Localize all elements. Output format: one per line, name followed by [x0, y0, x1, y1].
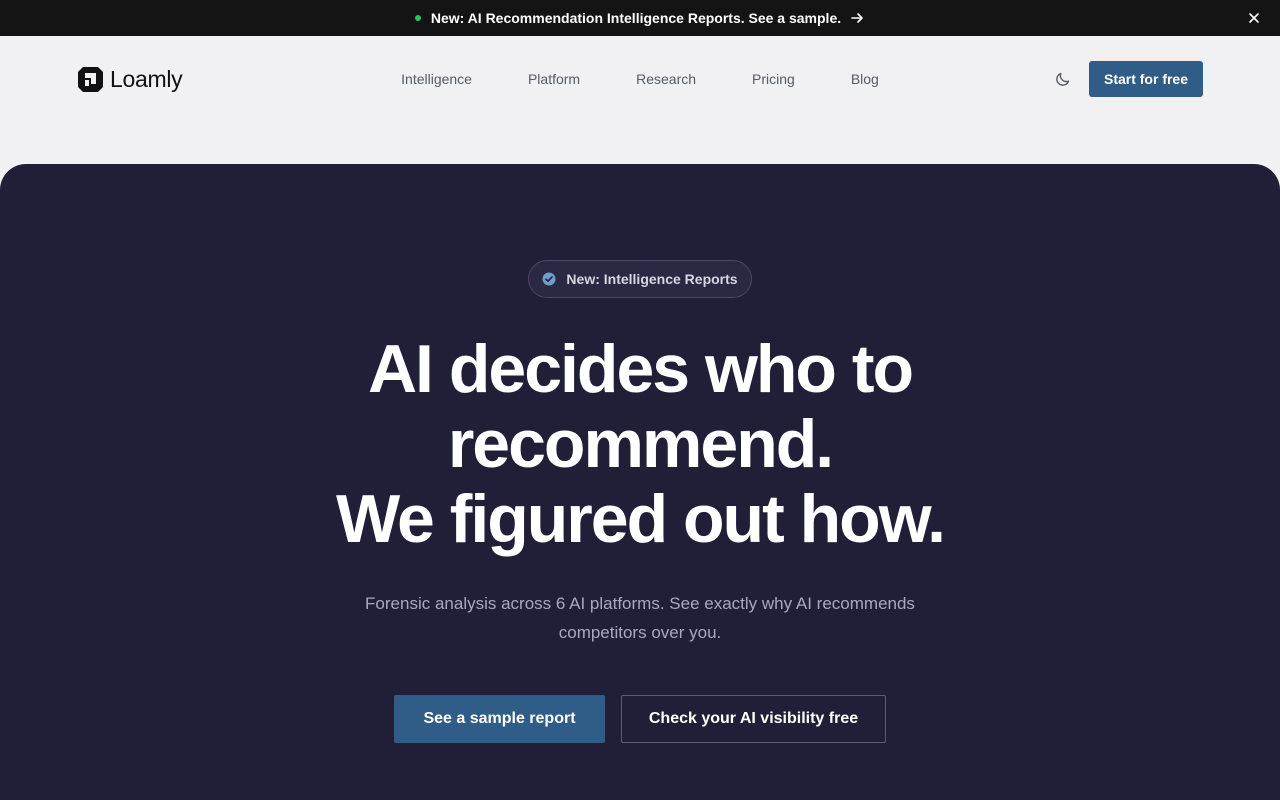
headline-line-3: We figured out how. [336, 481, 946, 557]
headline-line-1: AI decides who to [367, 331, 914, 407]
check-circle-icon [542, 272, 556, 286]
close-icon[interactable] [1246, 10, 1262, 26]
status-dot [414, 15, 421, 21]
announcement-link[interactable]: New: AI Recommendation Intelligence Repo… [414, 10, 865, 26]
hero-section: New: Intelligence Reports AI decides who… [0, 164, 1280, 800]
nav-item-platform[interactable]: Platform [528, 71, 580, 87]
announcement-text: New: AI Recommendation Intelligence Repo… [430, 10, 842, 26]
hero-subtext: Forensic analysis across 6 AI platforms.… [365, 594, 915, 642]
main-nav: Intelligence Platform Research Pricing B… [0, 71, 1280, 87]
intelligence-reports-badge[interactable]: New: Intelligence Reports [528, 260, 752, 298]
moon-icon[interactable] [1055, 71, 1071, 87]
nav-item-blog[interactable]: Blog [851, 71, 879, 87]
headline-line-2: recommend. [447, 406, 834, 482]
start-for-free-button[interactable]: Start for free [1089, 61, 1203, 97]
nav-item-pricing[interactable]: Pricing [752, 71, 795, 87]
nav-item-research[interactable]: Research [636, 71, 696, 87]
badge-text: New: Intelligence Reports [566, 271, 738, 287]
check-ai-visibility-button[interactable]: Check your AI visibility free [621, 695, 886, 743]
hero-headline: AI decides who to recommend. We figured … [0, 332, 1280, 557]
announcement-bar: New: AI Recommendation Intelligence Repo… [0, 0, 1280, 36]
nav-item-intelligence[interactable]: Intelligence [401, 71, 472, 87]
arrow-right-icon [849, 10, 865, 26]
site-header: Loamly Intelligence Platform Research Pr… [0, 36, 1280, 122]
see-sample-report-button[interactable]: See a sample report [394, 695, 605, 743]
